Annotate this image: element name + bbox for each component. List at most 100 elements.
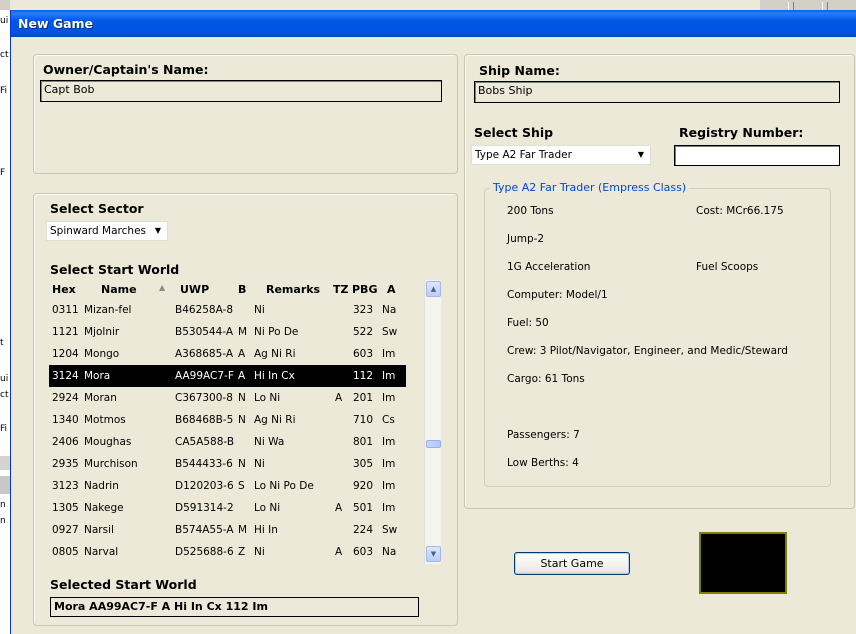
world-cell-uwp: D120203-6 — [175, 480, 234, 492]
ship-computer: Computer: Model/1 — [507, 289, 608, 301]
world-row[interactable]: 2924 Moran C367300-8 N Lo Ni A 201 Im — [49, 387, 406, 409]
column-header-allegiance[interactable]: A — [387, 283, 396, 296]
world-cell-hex: 2924 — [52, 392, 79, 404]
ship-cargo: Cargo: 61 Tons — [507, 373, 585, 385]
world-cell-allegiance: Im — [382, 480, 396, 492]
toolbar-grip — [788, 2, 794, 10]
background-text: Fi — [0, 424, 8, 434]
world-row[interactable]: 3124 Mora AA99AC7-F A Hi In Cx 112 Im — [49, 365, 406, 387]
scrollbar-thumb[interactable] — [426, 440, 441, 448]
world-cell-base: N — [238, 414, 246, 426]
world-cell-remarks: Lo Ni Po De — [254, 480, 314, 492]
world-row[interactable]: 3123 Nadrin D120203-6 S Lo Ni Po De 920 Im — [49, 475, 406, 497]
world-cell-allegiance: Na — [382, 546, 397, 558]
world-cell-remarks: Ag Ni Ri — [254, 414, 296, 426]
world-cell-name: Murchison — [84, 458, 138, 470]
ship-fuel-scoops: Fuel Scoops — [696, 261, 759, 273]
start-game-button[interactable]: Start Game — [514, 552, 630, 575]
world-cell-hex: 0805 — [52, 546, 79, 558]
ship-name-field[interactable]: Bobs Ship — [474, 81, 840, 103]
sort-ascending-icon[interactable]: ▲ — [159, 283, 165, 292]
world-cell-tz: A — [335, 502, 343, 514]
ship-tonnage: 200 Tons — [507, 205, 554, 217]
world-cell-name: Motmos — [84, 414, 126, 426]
world-row[interactable]: 1340 Motmos B68468B-5 N Ag Ni Ri 710 Cs — [49, 409, 406, 431]
scroll-up-icon[interactable]: ▲ — [426, 281, 441, 297]
world-row[interactable]: 2935 Murchison B544433-6 N Ni 305 Im — [49, 453, 406, 475]
world-cell-base: S — [238, 480, 245, 492]
world-cell-pbg: 224 — [353, 524, 374, 536]
world-row[interactable]: 0311 Mizan-fel B46258A-8 Ni 323 Na — [49, 299, 406, 321]
world-cell-hex: 1121 — [52, 326, 79, 338]
select-ship-label: Select Ship — [474, 125, 554, 140]
column-header-uwp[interactable]: UWP — [180, 283, 209, 296]
ship-name-label: Ship Name: — [479, 63, 560, 78]
background-text: F — [0, 168, 6, 178]
owner-name-field[interactable]: Capt Bob — [40, 80, 442, 102]
chevron-down-icon[interactable]: ▼ — [633, 147, 649, 163]
world-row[interactable]: 1305 Nakege D591314-2 Lo Ni A 501 Im — [49, 497, 406, 519]
world-cell-uwp: C367300-8 — [175, 392, 233, 404]
world-cell-uwp: B574A55-A — [175, 524, 234, 536]
background-text: ui — [0, 16, 9, 26]
world-cell-allegiance: Im — [382, 458, 396, 470]
column-header-tz[interactable]: TZ — [333, 283, 348, 296]
world-cell-remarks: Ni — [254, 304, 265, 316]
background-text: Fi — [0, 86, 8, 96]
world-cell-pbg: 201 — [353, 392, 374, 404]
ship-preview-image — [699, 532, 787, 594]
world-cell-remarks: Ni — [254, 546, 265, 558]
world-cell-name: Mjolnir — [84, 326, 120, 338]
sector-select-value: Spinward Marches — [50, 225, 146, 237]
world-cell-hex: 2935 — [52, 458, 79, 470]
world-cell-pbg: 112 — [353, 370, 374, 382]
background-band — [0, 456, 10, 470]
world-cell-allegiance: Im — [382, 392, 396, 404]
world-cell-pbg: 603 — [353, 546, 374, 558]
world-row[interactable]: 2406 Moughas CA5A588-B Ni Wa 801 Im — [49, 431, 406, 453]
world-cell-allegiance: Im — [382, 502, 396, 514]
column-header-pbg[interactable]: PBG — [352, 283, 377, 296]
world-cell-name: Mizan-fel — [84, 304, 132, 316]
world-cell-name: Narsil — [84, 524, 114, 536]
sector-select-dropdown[interactable]: Spinward Marches ▼ — [46, 221, 168, 241]
column-header-remarks[interactable]: Remarks — [266, 283, 320, 296]
world-list-scrollbar[interactable]: ▲ ▼ — [424, 280, 441, 564]
world-cell-hex: 2406 — [52, 436, 79, 448]
select-start-world-label: Select Start World — [50, 262, 180, 277]
world-cell-uwp: B544433-6 — [175, 458, 233, 470]
ship-cost: Cost: MCr66.175 — [696, 205, 784, 217]
world-cell-name: Mora — [84, 370, 111, 382]
world-cell-base: M — [238, 326, 248, 338]
scroll-down-icon[interactable]: ▼ — [426, 546, 441, 562]
world-row[interactable]: 0805 Narval D525688-6 Z Ni A 603 Na — [49, 541, 406, 563]
column-header-name[interactable]: Name — [101, 283, 137, 296]
world-cell-pbg: 305 — [353, 458, 374, 470]
world-cell-tz: A — [335, 392, 343, 404]
world-row[interactable]: 1204 Mongo A368685-A A Ag Ni Ri 603 Im — [49, 343, 406, 365]
chevron-down-icon[interactable]: ▼ — [150, 223, 166, 239]
world-cell-remarks: Lo Ni — [254, 502, 281, 514]
ship-details-title: Type A2 Far Trader (Empress Class) — [490, 181, 690, 194]
world-cell-allegiance: Sw — [382, 524, 398, 536]
world-cell-hex: 1204 — [52, 348, 79, 360]
ship-crew: Crew: 3 Pilot/Navigator, Engineer, and M… — [507, 345, 788, 357]
ship-select-dropdown[interactable]: Type A2 Far Trader ▼ — [471, 145, 651, 165]
world-cell-allegiance: Im — [382, 348, 396, 360]
world-cell-remarks: Ni — [254, 458, 265, 470]
world-cell-pbg: 920 — [353, 480, 374, 492]
world-cell-pbg: 801 — [353, 436, 374, 448]
world-cell-remarks: Ag Ni Ri — [254, 348, 296, 360]
world-row[interactable]: 0927 Narsil B574A55-A M Hi In 224 Sw — [49, 519, 406, 541]
window-title[interactable]: New Game — [11, 10, 856, 37]
world-cell-hex: 1340 — [52, 414, 79, 426]
column-header-base[interactable]: B — [238, 283, 246, 296]
world-row[interactable]: 1121 Mjolnir B530544-A M Ni Po De 522 Sw — [49, 321, 406, 343]
registry-number-field[interactable] — [674, 145, 840, 166]
world-cell-hex: 3124 — [52, 370, 79, 382]
world-cell-allegiance: Im — [382, 370, 396, 382]
selected-start-world-label: Selected Start World — [50, 577, 197, 592]
background-band — [0, 476, 10, 494]
world-cell-pbg: 710 — [353, 414, 374, 426]
column-header-hex[interactable]: Hex — [52, 283, 76, 296]
